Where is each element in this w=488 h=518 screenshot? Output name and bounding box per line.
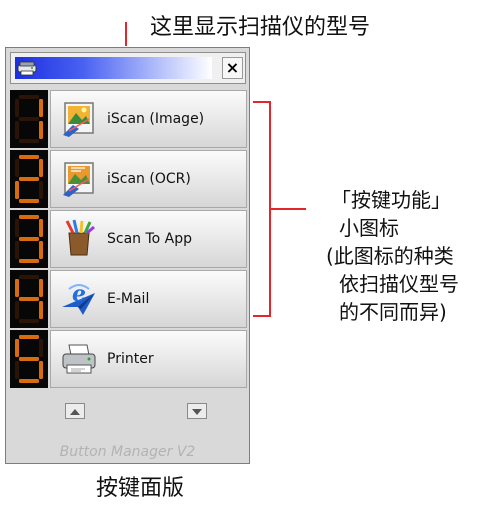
model-caption: 这里显示扫描仪的型号 [150,15,371,40]
button-row: Scan To App [10,210,247,268]
bracket-top-tick [253,101,270,103]
digit-segment [15,339,19,357]
caption-line: (此图标的种类 [326,244,454,268]
digit-segment [19,177,39,181]
digit-segment [15,99,19,117]
application-icon [65,219,95,256]
panel-caption: 按键面版 [96,476,185,501]
close-button[interactable]: × [222,57,243,79]
digit-segment [15,159,19,177]
caption-line: 「按键功能」 [331,188,451,212]
bracket-bottom-tick [253,315,270,317]
iscan-image-button[interactable]: iScan (Image) [50,90,247,148]
digit-segment [19,139,39,143]
digit-segment [19,335,39,339]
digit-segment [15,219,19,237]
digit-segment [39,121,43,139]
digit-segment [19,215,39,219]
digit-segment [15,301,19,319]
digit-segment [19,95,39,99]
button-label: iScan (OCR) [107,171,191,187]
email-icon: e [62,281,95,315]
button-row: iScan (Image) [10,90,247,148]
scanner-model-bar [15,57,212,79]
seven-segment-digit [10,330,48,388]
ocr-scan-icon [63,162,94,197]
digit-segment [19,379,39,383]
scan-to-app-button[interactable]: Scan To App [50,210,247,268]
printer-icon [62,344,96,374]
triangle-down-icon [192,409,202,415]
button-manager-window: × iScan (Image) iScan (OCR) Scan To App … [5,47,250,464]
digit-segment [15,361,19,379]
digit-segment [15,121,19,139]
button-label: E-Mail [107,291,150,307]
digit-segment [19,297,39,301]
bracket-pointer-line [270,208,306,210]
scroll-down-button[interactable] [187,403,207,419]
printer-button[interactable]: Printer [50,330,247,388]
button-label: Printer [107,351,154,367]
digit-segment [19,275,39,279]
button-label: Scan To App [107,231,193,247]
digit-segment [19,117,39,121]
title-bar: × [10,52,246,84]
seven-segment-digit [10,90,48,148]
digit-segment [39,181,43,199]
caption-line: 的不同而异) [339,300,447,324]
button-row: iScan (OCR) [10,150,247,208]
digit-segment [19,259,39,263]
digit-segment [15,241,19,259]
digit-segment [39,301,43,319]
seven-segment-digit [10,270,48,328]
button-icon-caption: 「按键功能」 小图标 (此图标的种类 依扫描仪型号 的不同而异) [326,186,459,326]
digit-segment [19,199,39,203]
scanner-app-icon [17,61,37,76]
digit-segment [19,155,39,159]
digit-segment [19,357,39,361]
seven-segment-digit [10,210,48,268]
iscan-ocr-button[interactable]: iScan (OCR) [50,150,247,208]
digit-segment [39,279,43,297]
digit-segment [39,99,43,117]
button-row: e E-Mail [10,270,247,328]
digit-segment [39,339,43,357]
model-pointer-line [125,22,127,46]
digit-segment [39,219,43,237]
caption-line: 小图标 [339,216,399,240]
digit-segment [39,241,43,259]
button-label: iScan (Image) [107,111,205,127]
button-row: Printer [10,330,247,388]
digit-segment [39,159,43,177]
caption-line: 依扫描仪型号 [339,272,459,296]
triangle-up-icon [70,409,80,415]
digit-segment [19,319,39,323]
digit-segment [19,237,39,241]
image-scan-icon [63,102,94,137]
seven-segment-digit [10,150,48,208]
digit-segment [15,181,19,199]
email-button[interactable]: e E-Mail [50,270,247,328]
digit-segment [39,361,43,379]
scroll-up-button[interactable] [65,403,85,419]
digit-segment [15,279,19,297]
product-name-label: Button Manager V2 [59,444,196,460]
